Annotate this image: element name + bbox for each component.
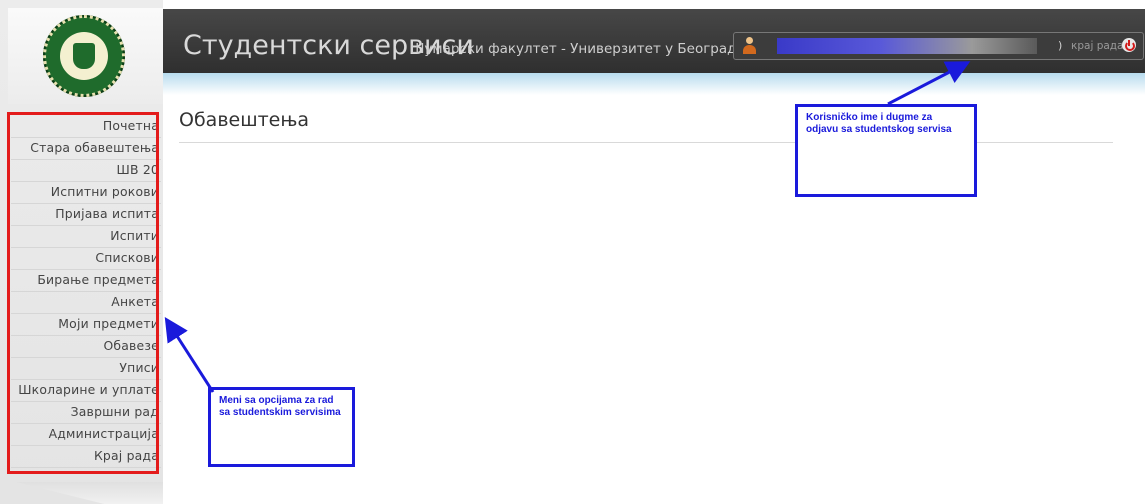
menu-callout-arrow (164, 316, 215, 393)
user-callout-arrow (887, 61, 971, 106)
annotation-arrows (164, 61, 971, 393)
